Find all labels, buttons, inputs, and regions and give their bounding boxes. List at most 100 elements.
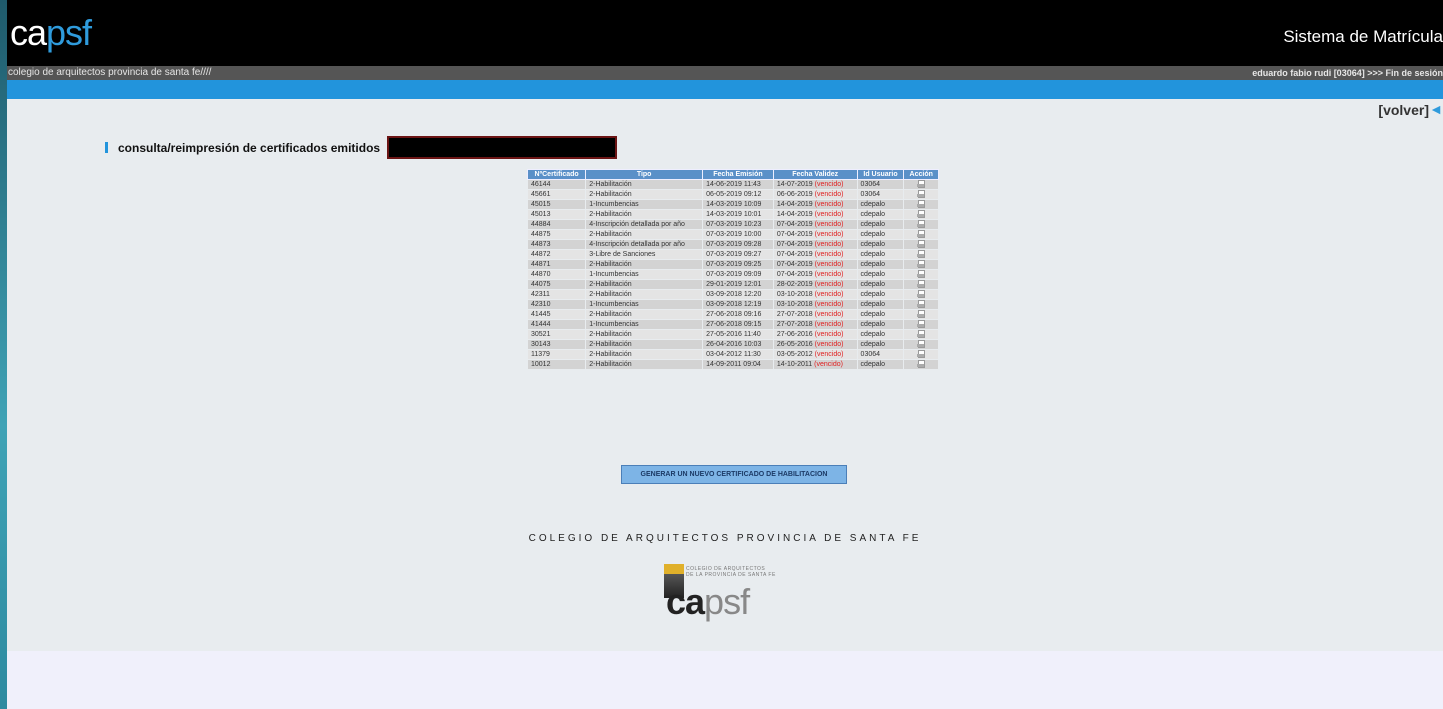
table-row: 44870 1-Incumbencias 07-03-2019 09:09 07-04…	[526, 269, 939, 280]
cert-action	[903, 309, 939, 320]
cert-user-id: cdepalo	[856, 249, 905, 260]
column-header: Tipo	[585, 169, 704, 180]
cert-validity: 03-05-2012 (vencido)	[772, 349, 858, 360]
expired-badge: (vencido)	[814, 291, 844, 298]
cert-number: 44870	[526, 269, 587, 280]
cert-validity: 14-07-2019 (vencido)	[772, 179, 858, 190]
expired-badge: (vencido)	[814, 351, 844, 358]
column-header: Acción	[903, 169, 939, 180]
expired-badge: (vencido)	[814, 241, 844, 248]
reprint-icon[interactable]	[917, 350, 926, 358]
cert-emission-date: 03-09-2018 12:20	[702, 289, 774, 300]
system-title: Sistema de Matrícula	[1283, 27, 1443, 46]
cert-action	[903, 189, 939, 200]
reprint-icon[interactable]	[917, 260, 926, 268]
user-session-link[interactable]: eduardo fabio rudi [03064] >>> Fin de se…	[1252, 66, 1443, 80]
main-content: [volver] ◄ consulta/reimpresión de certi…	[7, 99, 1443, 651]
cert-type: 1-Incumbencias	[585, 269, 704, 280]
logo-psf-text: psf	[46, 12, 92, 53]
cert-validity-date: 14-04-2019	[776, 201, 813, 208]
cert-validity-date: 07-04-2019	[776, 231, 813, 238]
reprint-icon[interactable]	[917, 250, 926, 258]
cert-number: 44872	[526, 249, 587, 260]
cert-type: 2-Habilitación	[585, 189, 704, 200]
cert-validity: 07-04-2019 (vencido)	[772, 269, 858, 280]
reprint-icon[interactable]	[917, 330, 926, 338]
back-link[interactable]: [volver]	[1378, 102, 1429, 118]
cert-type: 2-Habilitación	[585, 289, 704, 300]
cert-emission-date: 29-01-2019 12:01	[702, 279, 774, 290]
table-row: 30143 2-Habilitación 26-04-2016 10:03 26-05…	[526, 339, 939, 350]
cert-user-id: 03064	[856, 349, 905, 360]
footer-logo-word: capsf	[666, 581, 750, 622]
cert-type: 2-Habilitación	[585, 229, 704, 240]
cert-validity-date: 27-07-2018	[776, 311, 813, 318]
cert-user-id: cdepalo	[856, 209, 905, 220]
back-arrow-icon[interactable]: ◄	[1429, 101, 1443, 117]
cert-action	[903, 209, 939, 220]
footer-logo-caption: COLEGIO DE ARQUITECTOS DE LA PROVINCIA D…	[686, 566, 776, 578]
reprint-icon[interactable]	[917, 190, 926, 198]
cert-validity: 03-10-2018 (vencido)	[772, 289, 858, 300]
site-logo[interactable]: capsf	[10, 12, 92, 53]
cert-validity-date: 14-07-2019	[776, 181, 813, 188]
cert-user-id: cdepalo	[856, 279, 905, 290]
cert-number: 11379	[526, 349, 587, 360]
reprint-icon[interactable]	[917, 210, 926, 218]
table-row: 42310 1-Incumbencias 03-09-2018 12:19 03-10…	[526, 299, 939, 310]
cert-emission-date: 14-06-2019 11:43	[702, 179, 774, 190]
cert-user-id: cdepalo	[856, 309, 905, 320]
redacted-field	[387, 136, 617, 159]
cert-validity-date: 26-05-2016	[776, 341, 813, 348]
column-header: NºCertificado	[526, 169, 587, 180]
footer-logo-psf: psf	[704, 581, 750, 622]
reprint-icon[interactable]	[917, 300, 926, 308]
reprint-icon[interactable]	[917, 180, 926, 188]
cert-action	[903, 349, 939, 360]
cert-action	[903, 239, 939, 250]
expired-badge: (vencido)	[814, 211, 844, 218]
table-row: 46144 2-Habilitación 14-06-2019 11:43 14-07…	[526, 179, 939, 190]
cert-user-id: cdepalo	[856, 289, 905, 300]
reprint-icon[interactable]	[917, 200, 926, 208]
cert-type: 4-Inscripción detallada por año	[585, 219, 704, 230]
reprint-icon[interactable]	[917, 270, 926, 278]
reprint-icon[interactable]	[917, 230, 926, 238]
certificates-table: NºCertificado Tipo Fecha Emisión Fecha V…	[526, 169, 939, 370]
cert-validity-date: 03-05-2012	[776, 351, 813, 358]
reprint-icon[interactable]	[917, 340, 926, 348]
expired-badge: (vencido)	[814, 331, 844, 338]
cert-validity: 07-04-2019 (vencido)	[772, 219, 858, 230]
expired-badge: (vencido)	[814, 261, 844, 268]
cert-action	[903, 269, 939, 280]
cert-action	[903, 339, 939, 350]
table-row: 44872 3-Libre de Sanciones 07-03-2019 09:2…	[526, 249, 939, 260]
cert-validity: 07-04-2019 (vencido)	[772, 229, 858, 240]
page-bottom-area	[7, 651, 1443, 709]
cert-action	[903, 179, 939, 190]
cert-type: 1-Incumbencias	[585, 299, 704, 310]
reprint-icon[interactable]	[917, 240, 926, 248]
logo-ca-text: ca	[10, 12, 47, 53]
expired-badge: (vencido)	[814, 281, 844, 288]
cert-user-id: cdepalo	[856, 219, 905, 230]
header-bar: capsf Sistema de Matrícula	[7, 0, 1443, 66]
reprint-icon[interactable]	[917, 220, 926, 228]
cert-validity-date: 03-10-2018	[776, 291, 813, 298]
cert-type: 2-Habilitación	[585, 259, 704, 270]
cert-user-id: cdepalo	[856, 329, 905, 340]
reprint-icon[interactable]	[917, 360, 926, 368]
reprint-icon[interactable]	[917, 320, 926, 328]
table-row: 44875 2-Habilitación 07-03-2019 10:00 07-04…	[526, 229, 939, 240]
cert-emission-date: 07-03-2019 09:09	[702, 269, 774, 280]
expired-badge: (vencido)	[814, 191, 844, 198]
cert-number: 45013	[526, 209, 587, 220]
generate-certificate-button[interactable]: GENERAR UN NUEVO CERTIFICADO DE HABILITA…	[621, 465, 847, 484]
section-title: consulta/reimpresión de certificados emi…	[105, 141, 380, 155]
cert-number: 44075	[526, 279, 587, 290]
reprint-icon[interactable]	[917, 310, 926, 318]
reprint-icon[interactable]	[917, 280, 926, 288]
cert-number: 42311	[526, 289, 587, 300]
cert-validity-date: 06-06-2019	[776, 191, 813, 198]
reprint-icon[interactable]	[917, 290, 926, 298]
